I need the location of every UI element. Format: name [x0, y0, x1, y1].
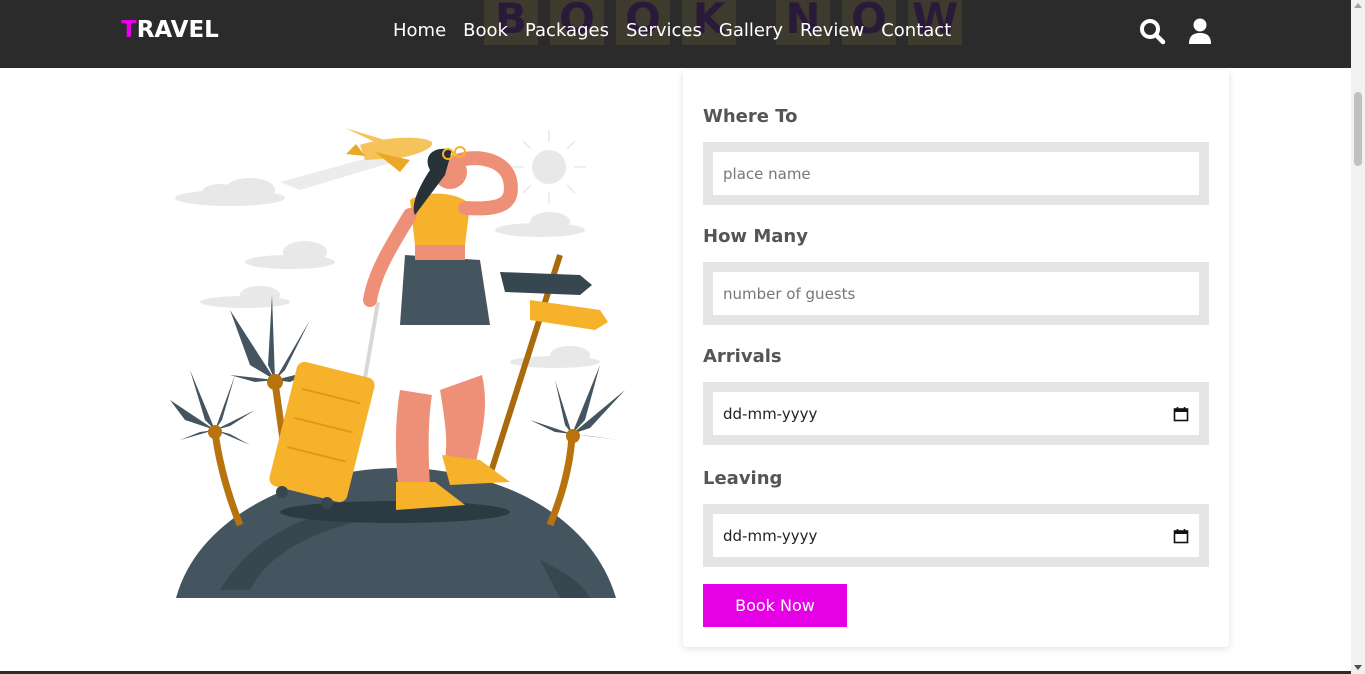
arrivals-date-value: dd-mm-yyyy	[723, 404, 818, 423]
sun-icon	[512, 130, 586, 204]
where-to-label: Where To	[703, 106, 798, 127]
vertical-scrollbar[interactable]	[1351, 0, 1365, 674]
logo-text: RAVEL	[136, 17, 219, 43]
nav-services[interactable]: Services	[626, 19, 702, 43]
nav-contact[interactable]: Contact	[881, 19, 951, 43]
search-icon[interactable]	[1138, 17, 1166, 45]
header: B O O K N O W TRAVEL Home Book Packages …	[0, 0, 1351, 68]
arrivals-field: dd-mm-yyyy	[703, 382, 1209, 445]
arrivals-date-input[interactable]: dd-mm-yyyy	[713, 392, 1199, 435]
main-nav: Home Book Packages Services Gallery Revi…	[393, 19, 951, 43]
scrollbar-thumb[interactable]	[1354, 92, 1362, 166]
airplane-icon	[280, 128, 433, 190]
how-many-inner	[713, 272, 1199, 315]
calendar-icon[interactable]	[1173, 406, 1189, 422]
logo[interactable]: TRAVEL	[121, 17, 219, 43]
user-icon[interactable]	[1186, 17, 1214, 45]
booking-form: Where To How Many Arrivals dd-mm-yyyy	[683, 70, 1229, 647]
travel-illustration	[170, 128, 625, 598]
nav-home[interactable]: Home	[393, 19, 446, 43]
nav-book[interactable]: Book	[463, 19, 508, 43]
leaving-label: Leaving	[703, 468, 783, 489]
leaving-field: dd-mm-yyyy	[703, 504, 1209, 567]
page: B O O K N O W TRAVEL Home Book Packages …	[0, 0, 1365, 674]
calendar-icon[interactable]	[1173, 528, 1189, 544]
nav-gallery[interactable]: Gallery	[719, 19, 783, 43]
scroll-up-icon[interactable]	[1354, 3, 1362, 8]
where-to-field	[703, 142, 1209, 205]
guests-input[interactable]	[723, 284, 1189, 303]
scroll-down-icon[interactable]	[1354, 665, 1362, 670]
arrivals-label: Arrivals	[703, 346, 782, 367]
how-many-field	[703, 262, 1209, 325]
book-now-button[interactable]: Book Now	[703, 584, 847, 627]
header-icons	[1138, 17, 1214, 45]
nav-packages[interactable]: Packages	[525, 19, 609, 43]
where-to-input[interactable]	[723, 164, 1189, 183]
where-to-inner	[713, 152, 1199, 195]
logo-first-letter: T	[121, 17, 137, 43]
nav-review[interactable]: Review	[800, 19, 864, 43]
how-many-label: How Many	[703, 226, 808, 247]
leaving-date-input[interactable]: dd-mm-yyyy	[713, 514, 1199, 557]
leaving-date-value: dd-mm-yyyy	[723, 526, 818, 545]
